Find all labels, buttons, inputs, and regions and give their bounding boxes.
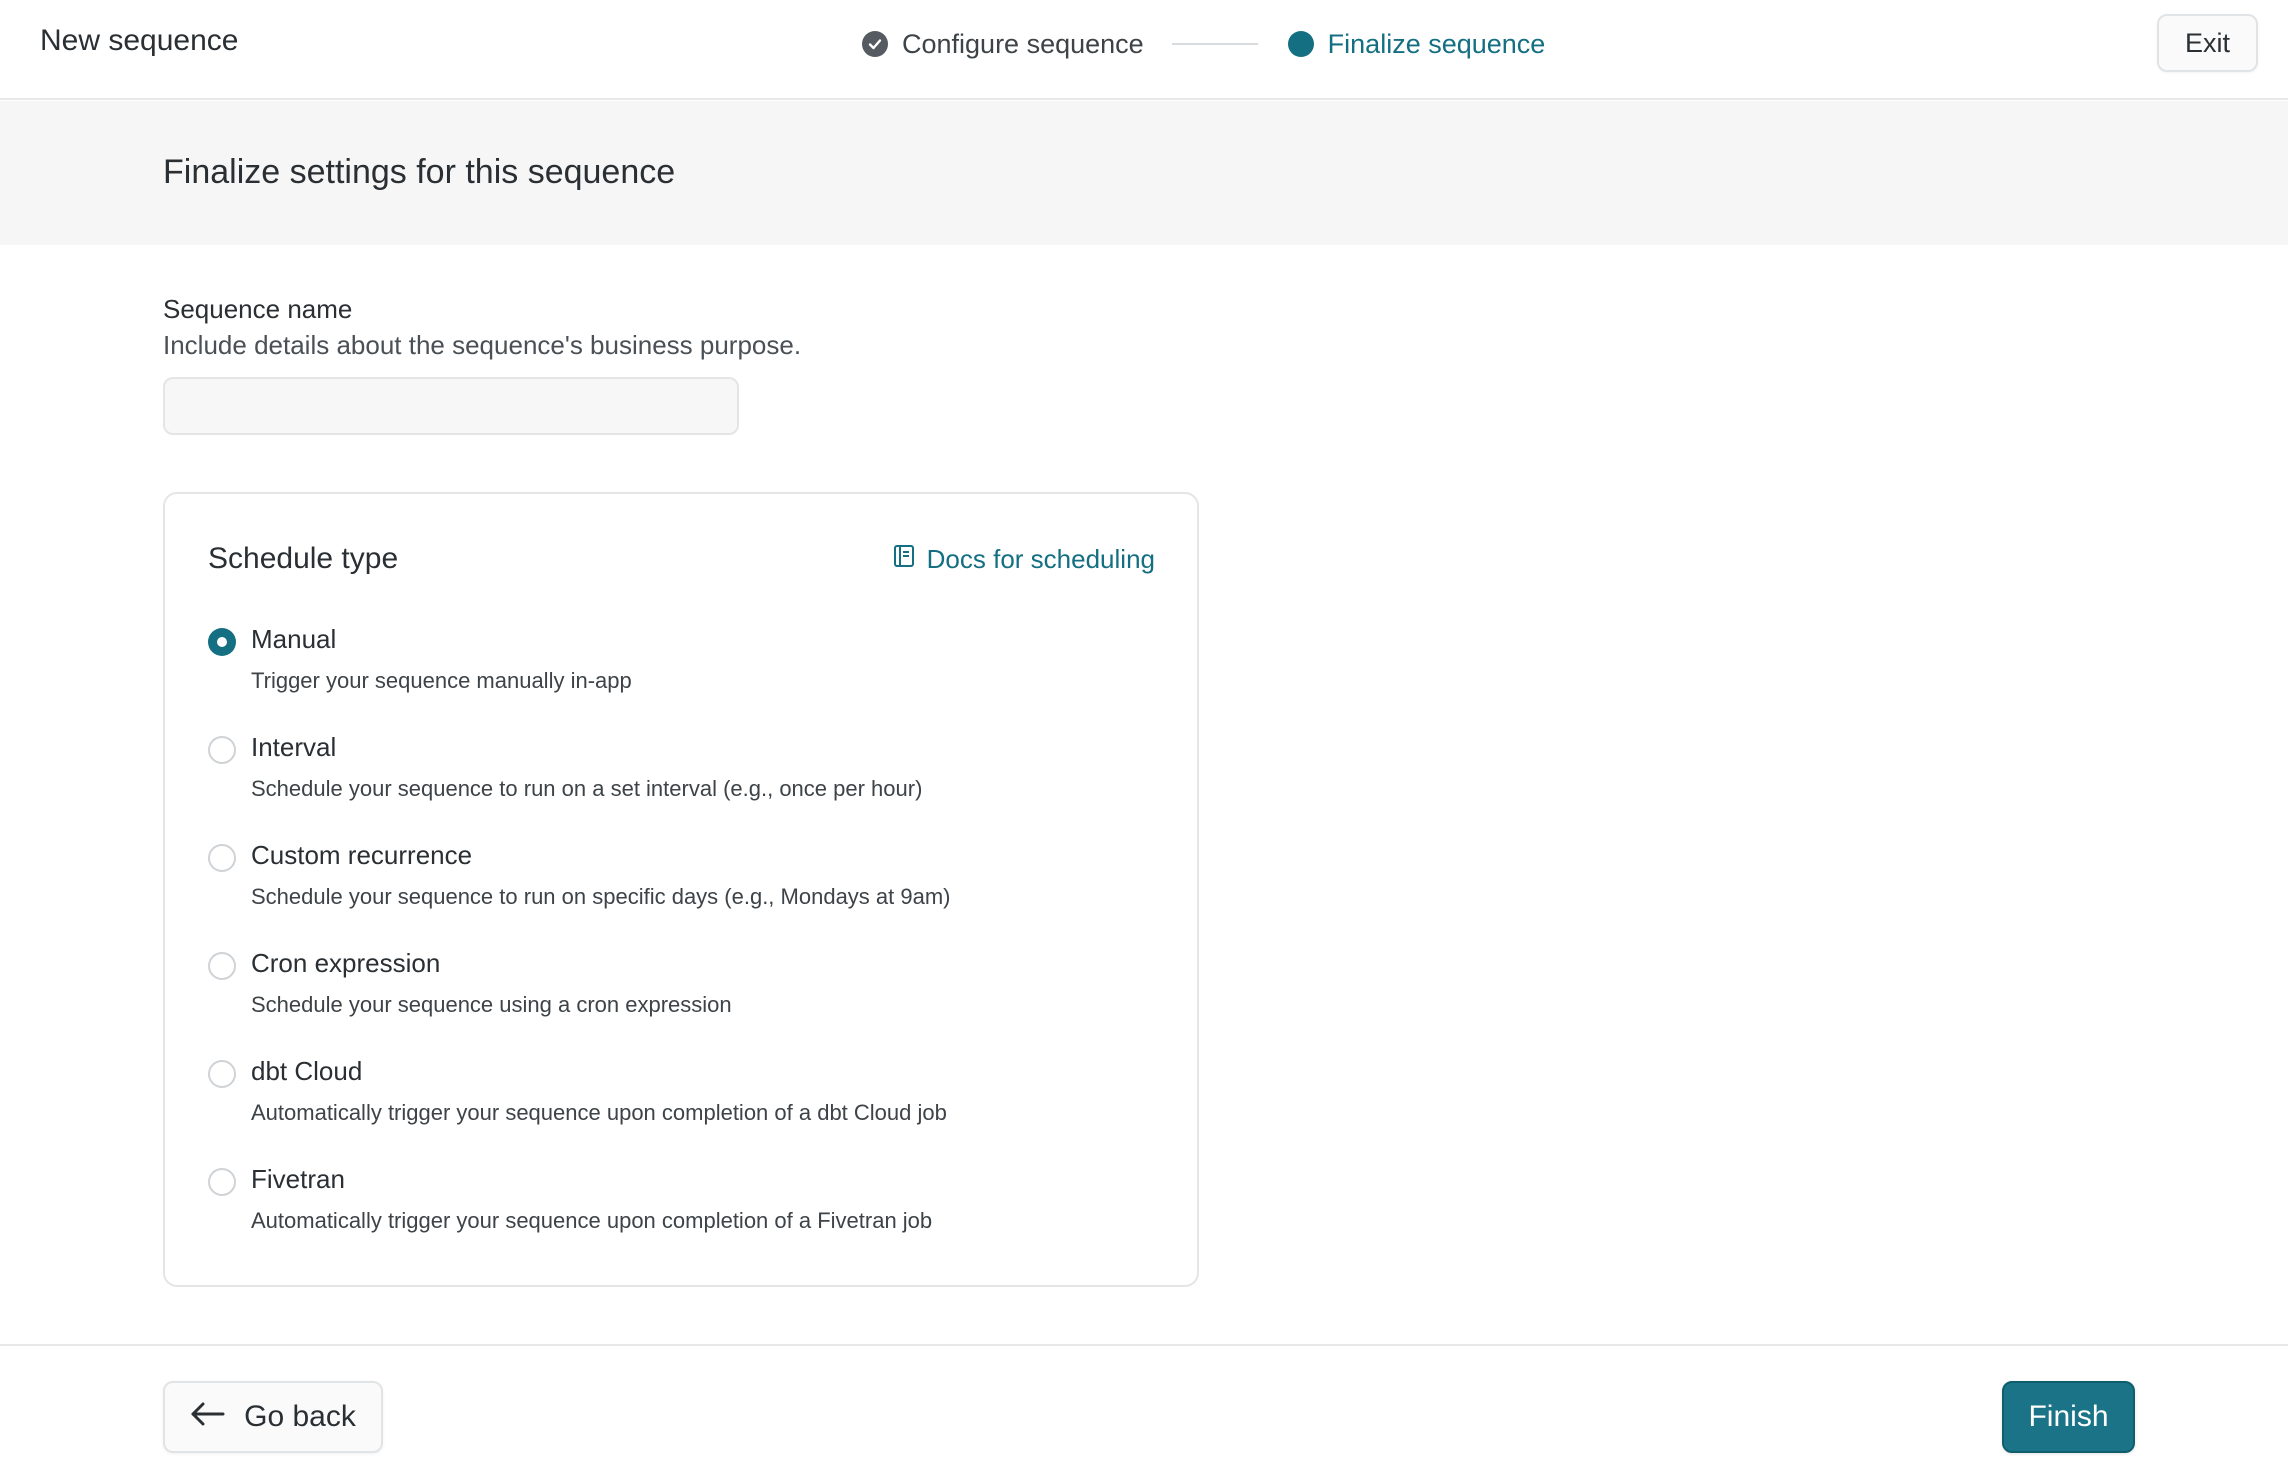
option-description: Schedule your sequence to run on a set i… [251, 776, 923, 801]
radio-button[interactable] [208, 1060, 236, 1088]
book-icon [893, 544, 915, 575]
heading-band: Finalize settings for this sequence [0, 101, 2288, 245]
sequence-name-label: Sequence name [163, 294, 353, 324]
go-back-button[interactable]: Go back [163, 1381, 383, 1453]
option-description: Schedule your sequence using a cron expr… [251, 992, 732, 1017]
sequence-name-input[interactable] [163, 377, 739, 435]
option-description: Automatically trigger your sequence upon… [251, 1100, 947, 1125]
radio-button-selected[interactable] [208, 628, 236, 656]
exit-button[interactable]: Exit [2157, 14, 2258, 72]
option-label: Manual [251, 624, 337, 654]
option-label: Fivetran [251, 1164, 345, 1194]
option-description: Trigger your sequence manually in-app [251, 668, 632, 693]
check-circle-icon [862, 31, 888, 57]
page-title: Finalize settings for this sequence [163, 153, 676, 191]
step-configure[interactable]: Configure sequence [862, 29, 1144, 60]
option-label: Custom recurrence [251, 840, 473, 870]
radio-button[interactable] [208, 736, 236, 764]
go-back-label: Go back [244, 1400, 356, 1433]
step-label: Configure sequence [902, 28, 1144, 59]
step-label: Finalize sequence [1327, 28, 1546, 59]
option-description: Automatically trigger your sequence upon… [251, 1208, 933, 1233]
docs-link-label: Docs for scheduling [926, 544, 1155, 574]
radio-button[interactable] [208, 952, 236, 980]
schedule-type-title: Schedule type [208, 542, 399, 575]
option-label: dbt Cloud [251, 1056, 363, 1086]
app-title: New sequence [40, 24, 239, 57]
finish-button[interactable]: Finish [2002, 1381, 2135, 1453]
arrow-left-icon [190, 1400, 226, 1434]
option-label: Interval [251, 732, 337, 762]
top-bar: New sequence Configure sequence Finalize… [0, 0, 2288, 100]
radio-button[interactable] [208, 1168, 236, 1196]
stepper: Configure sequence Finalize sequence [862, 22, 1545, 66]
docs-for-scheduling-link[interactable]: Docs for scheduling [893, 544, 1155, 575]
active-step-icon [1287, 31, 1314, 57]
step-finalize[interactable]: Finalize sequence [1287, 28, 1546, 60]
footer-divider [0, 1344, 2288, 1346]
step-connector [1171, 43, 1258, 45]
option-label: Cron expression [251, 948, 441, 978]
radio-button[interactable] [208, 844, 236, 872]
option-description: Schedule your sequence to run on specifi… [251, 884, 951, 909]
sequence-name-help: Include details about the sequence's bus… [163, 330, 802, 360]
schedule-type-card: Schedule type Docs for scheduling Manual… [163, 492, 1199, 1287]
